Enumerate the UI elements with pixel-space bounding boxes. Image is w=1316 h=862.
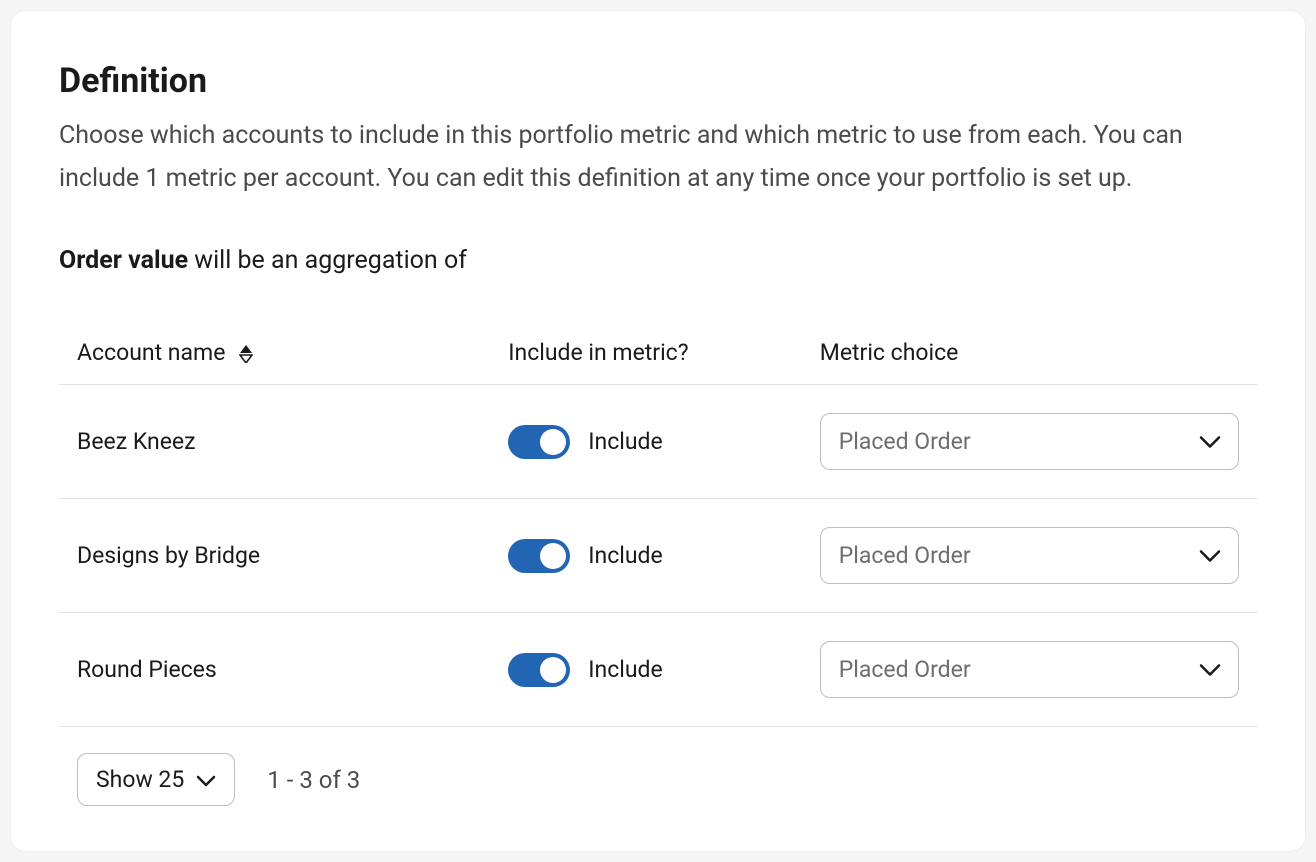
page-size-select[interactable]: Show 25 [77, 753, 235, 806]
metric-select[interactable]: Placed Order [820, 413, 1239, 470]
account-name-cell: Beez Kneez [59, 385, 490, 499]
metric-select[interactable]: Placed Order [820, 641, 1239, 698]
definition-card: Definition Choose which accounts to incl… [10, 10, 1306, 852]
aggregation-suffix: will be an aggregation of [188, 246, 467, 275]
column-header-include: Include in metric? [490, 325, 801, 385]
aggregation-line: Order value will be an aggregation of [59, 246, 1257, 275]
include-toggle[interactable] [508, 425, 570, 459]
account-name-cell: Designs by Bridge [59, 499, 490, 613]
column-header-metric: Metric choice [802, 325, 1257, 385]
include-toggle-label: Include [588, 542, 662, 569]
table-row: Beez Kneez Include Placed Order [59, 385, 1257, 499]
include-toggle-label: Include [588, 656, 662, 683]
page-size-label: Show 25 [96, 766, 184, 793]
sort-icon[interactable] [239, 345, 253, 363]
aggregation-metric-name: Order value [59, 246, 188, 275]
table-row: Designs by Bridge Include Placed Order [59, 499, 1257, 613]
account-name-cell: Round Pieces [59, 613, 490, 727]
include-toggle[interactable] [508, 539, 570, 573]
page-title: Definition [59, 61, 1257, 101]
metric-select[interactable]: Placed Order [820, 527, 1239, 584]
page-description: Choose which accounts to include in this… [59, 115, 1257, 200]
pagination-range: 1 - 3 of 3 [267, 766, 360, 794]
include-toggle[interactable] [508, 653, 570, 687]
column-header-account[interactable]: Account name [59, 325, 490, 385]
include-toggle-label: Include [588, 428, 662, 455]
accounts-table: Account name Include in metric? Metric c… [59, 325, 1257, 727]
chevron-down-icon [196, 766, 216, 793]
table-footer: Show 25 1 - 3 of 3 [59, 753, 1257, 806]
column-header-account-label: Account name [77, 339, 225, 366]
table-row: Round Pieces Include Placed Order [59, 613, 1257, 727]
